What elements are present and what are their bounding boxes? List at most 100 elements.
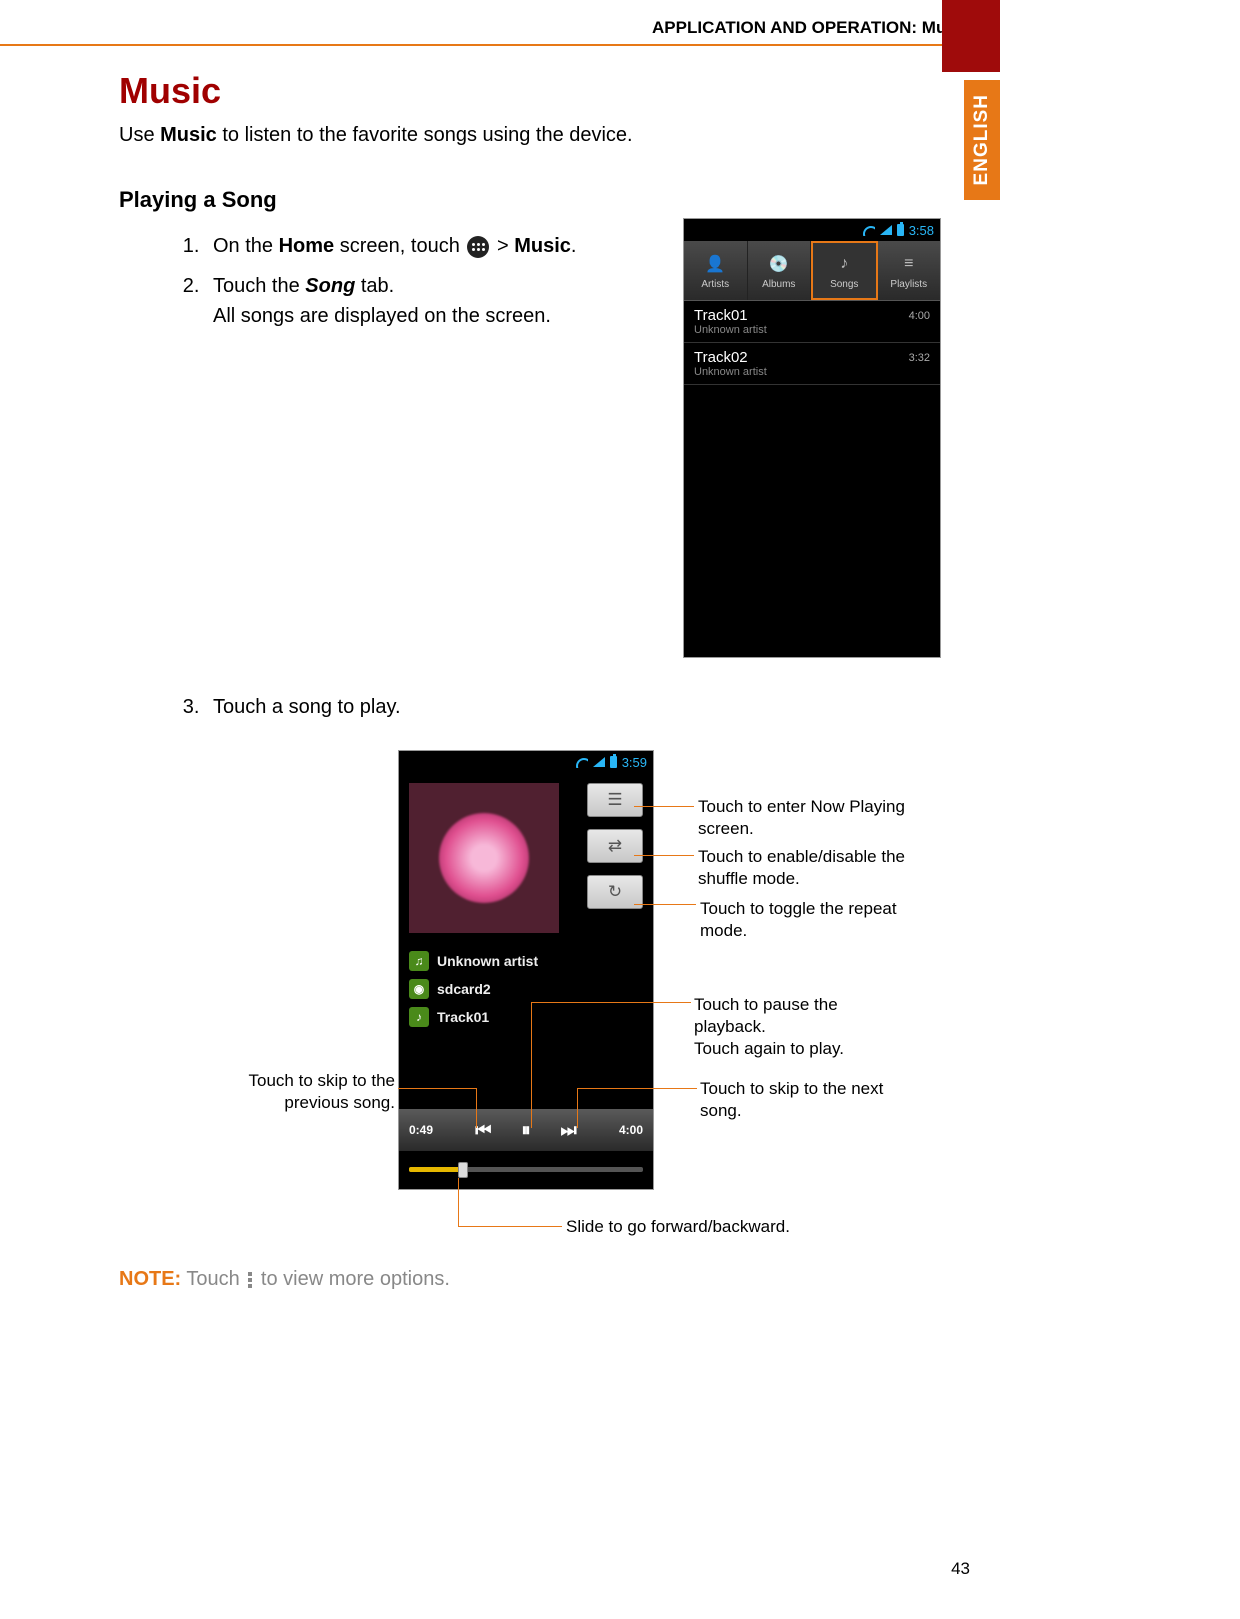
album-icon: 💿 — [767, 252, 791, 276]
artist-icon: 👤 — [703, 252, 727, 276]
callout-prev: Touch to skip to the previous song. — [200, 1070, 395, 1114]
callout-line — [458, 1178, 459, 1226]
callout-line — [634, 904, 696, 905]
note-pre: Touch — [181, 1268, 245, 1290]
status-bar: 3:58 — [684, 219, 940, 241]
callout-slider: Slide to go forward/backward. — [566, 1216, 866, 1238]
track-artist: Unknown artist — [694, 324, 767, 336]
battery-icon — [897, 224, 904, 236]
artist-line: ♫ Unknown artist — [409, 947, 643, 975]
callout-pause-l1: Touch to pause the playback. — [694, 995, 838, 1036]
intro-post: to listen to the favorite songs using th… — [217, 124, 633, 146]
tab-songs-label: Songs — [830, 279, 858, 290]
tab-artists-label: Artists — [701, 279, 729, 290]
playback-controls: 0:49 ⏮ ⏸ ⏭ 4:00 — [399, 1109, 653, 1151]
callout-line — [634, 806, 694, 807]
note-icon: ♪ — [409, 1007, 429, 1027]
track-row[interactable]: Track01 Unknown artist 4:00 — [684, 301, 940, 343]
callout-pause-l2: Touch again to play. — [694, 1039, 844, 1058]
prev-button[interactable]: ⏮ — [475, 1120, 491, 1141]
battery-icon — [610, 756, 617, 768]
playlist-icon: ≡ — [897, 252, 921, 276]
language-tab-label: ENGLISH — [971, 94, 993, 185]
total-time: 4:00 — [619, 1123, 643, 1137]
tab-artists[interactable]: 👤 Artists — [684, 241, 748, 300]
song-icon: ♪ — [832, 252, 856, 276]
artist-name: Unknown artist — [437, 953, 538, 969]
signal-icon — [593, 757, 605, 767]
next-button[interactable]: ⏭ — [561, 1120, 577, 1141]
s1-b1: Home — [279, 235, 335, 257]
elapsed-time: 0:49 — [409, 1123, 433, 1137]
status-time: 3:59 — [622, 755, 647, 770]
s1-pre: On the — [213, 235, 279, 257]
language-tab: ENGLISH — [964, 80, 1000, 200]
callout-line — [476, 1088, 477, 1128]
tab-playlists[interactable]: ≡ Playlists — [878, 241, 941, 300]
callout-shuffle: Touch to enable/disable the shuffle mode… — [698, 846, 928, 890]
track-row[interactable]: Track02 Unknown artist 3:32 — [684, 343, 940, 385]
disc-icon: ◉ — [409, 979, 429, 999]
intro-text: Use Music to listen to the favorite song… — [119, 124, 939, 147]
album-name: sdcard2 — [437, 981, 491, 997]
track-line: ♪ Track01 — [409, 1003, 643, 1031]
step-3: Touch a song to play. — [205, 692, 939, 722]
now-playing-button[interactable]: ☰ — [587, 783, 643, 817]
page-title: Music — [119, 70, 939, 112]
tab-albums-label: Albums — [762, 279, 795, 290]
repeat-icon: ↻ — [608, 882, 622, 902]
artist-icon: ♫ — [409, 951, 429, 971]
note-label: NOTE: — [119, 1268, 181, 1290]
callout-line — [458, 1226, 562, 1227]
track-name: Track01 — [437, 1009, 489, 1025]
signal-icon — [880, 225, 892, 235]
s1-mid: screen, touch — [334, 235, 465, 257]
s2-l2: All songs are displayed on the screen. — [213, 305, 551, 327]
callout-line — [531, 1002, 532, 1128]
intro-pre: Use — [119, 124, 160, 146]
tab-songs[interactable]: ♪ Songs — [811, 241, 878, 300]
note-text: NOTE: Touch to view more options. — [119, 1268, 450, 1291]
wifi-icon — [576, 756, 588, 768]
callout-now-playing: Touch to enter Now Playing screen. — [698, 796, 918, 840]
note-post: to view more options. — [255, 1268, 450, 1290]
header-rule — [0, 44, 972, 46]
music-tabs: 👤 Artists 💿 Albums ♪ Songs ≡ Playlists — [684, 241, 940, 301]
screenshot-song-list: 3:58 👤Artists 💿Albums ♪Songs ≡Playlists … — [683, 218, 941, 658]
list-icon: ☰ — [607, 790, 622, 810]
callout-line — [531, 1002, 691, 1003]
album-art — [409, 783, 559, 933]
overflow-menu-icon — [248, 1272, 252, 1288]
track-duration: 3:32 — [909, 352, 930, 364]
album-line: ◉ sdcard2 — [409, 975, 643, 1003]
callout-line — [577, 1088, 697, 1089]
wifi-icon — [863, 224, 875, 236]
callout-line — [634, 855, 694, 856]
progress-slider[interactable] — [409, 1159, 643, 1179]
track-list: Track01 Unknown artist 4:00 Track02 Unkn… — [684, 301, 940, 385]
intro-bold: Music — [160, 124, 217, 146]
slider-thumb[interactable] — [458, 1162, 468, 1178]
screenshot-now-playing: 3:59 ☰ ⇄ ↻ ♫ Unknown artist ◉ sdcard2 ♪ Tra… — [398, 750, 654, 1190]
shuffle-icon: ⇄ — [608, 836, 622, 856]
header-accent-block — [942, 0, 1000, 72]
pause-button[interactable]: ⏸ — [522, 1120, 531, 1141]
apps-icon — [467, 236, 489, 258]
callout-repeat: Touch to toggle the repeat mode. — [700, 898, 920, 942]
track-name: Track01 — [694, 307, 767, 324]
subheading: Playing a Song — [119, 187, 939, 213]
track-artist: Unknown artist — [694, 366, 767, 378]
tab-albums[interactable]: 💿 Albums — [748, 241, 812, 300]
callout-pause: Touch to pause the playback. Touch again… — [694, 994, 914, 1060]
s2-bi: Song — [305, 275, 355, 297]
track-name: Track02 — [694, 349, 767, 366]
shuffle-button[interactable]: ⇄ — [587, 829, 643, 863]
s1-post: . — [571, 235, 577, 257]
callout-next: Touch to skip to the next song. — [700, 1078, 900, 1122]
s1-b2: Music — [514, 235, 571, 257]
s2-pre: Touch the — [213, 275, 305, 297]
track-duration: 4:00 — [909, 310, 930, 322]
tab-playlists-label: Playlists — [890, 279, 927, 290]
page-number: 43 — [951, 1559, 970, 1579]
s1-gt: > — [497, 235, 514, 257]
